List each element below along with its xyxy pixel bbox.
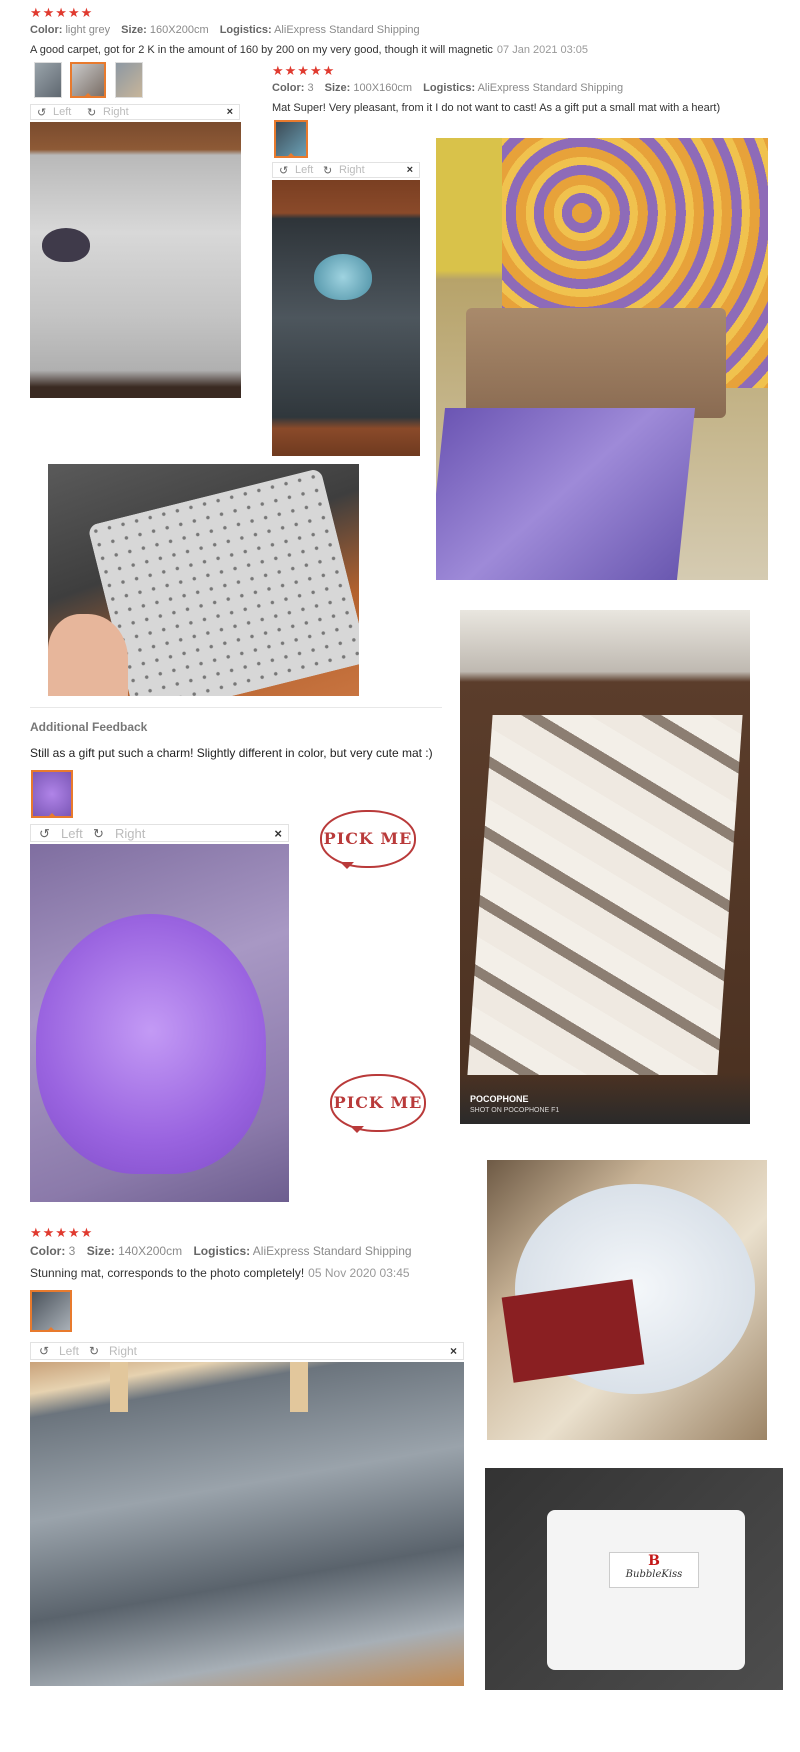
purple-heart-photo	[30, 844, 289, 1202]
review-1-meta: Color: light grey Size: 160X200cm Logist…	[30, 24, 428, 36]
review-3-text-row: Stunning mat, corresponds to the photo c…	[30, 1266, 410, 1280]
purple-heart-mat	[36, 914, 266, 1174]
rotate-left-button[interactable]: Left	[295, 164, 313, 176]
dotted-rubber-backing	[87, 467, 359, 696]
close-icon[interactable]: ×	[450, 1344, 457, 1358]
color-value: 3	[307, 82, 314, 94]
rotate-right-icon[interactable]: ↻	[87, 106, 96, 119]
size-label: Size:	[86, 1244, 115, 1258]
review-2-photo-dark-rug	[272, 180, 420, 456]
size-label: Size:	[121, 24, 147, 36]
heart-mat-shape	[42, 228, 90, 262]
bed	[466, 308, 726, 418]
size-value: 140X200cm	[118, 1244, 183, 1258]
logistics-value: AliExpress Standard Shipping	[252, 1244, 412, 1258]
tie-dye-rug-photo: POCOPHONE SHOT ON POCOPHONE F1	[460, 610, 750, 1124]
divider	[30, 707, 442, 708]
review-1-thumb-1[interactable]	[34, 62, 62, 98]
color-label: Color:	[272, 82, 305, 94]
camera-watermark-brand: POCOPHONE	[470, 1094, 529, 1104]
rotate-left-icon[interactable]: ↺	[39, 826, 50, 842]
camera-watermark-sub: SHOT ON POCOPHONE F1	[470, 1107, 560, 1114]
color-value: light grey	[65, 24, 111, 36]
review-1-date: 07 Jan 2021 03:05	[496, 44, 589, 56]
packaged-rug-photo	[487, 1160, 767, 1440]
blue-heart-mat-shape	[314, 254, 372, 300]
review-2-viewer-bar: ↺ Left ↻ Right ×	[272, 162, 420, 178]
logistics-label: Logistics:	[423, 82, 476, 94]
review-3-meta: Color: 3 Size: 140X200cm Logistics: AliE…	[30, 1244, 420, 1258]
brand-name: BubbleKiss	[625, 1569, 683, 1580]
brand-label: B BubbleKiss	[609, 1552, 699, 1588]
white-package	[547, 1510, 745, 1670]
close-icon[interactable]: ×	[227, 106, 233, 118]
review-3-thumb-1[interactable]	[30, 1290, 72, 1332]
pick-me-sticker-1: PICK ME	[320, 810, 416, 869]
color-label: Color:	[30, 1244, 66, 1258]
review-1-text: A good carpet, got for 2 K in the amount…	[30, 44, 493, 56]
table-leg	[110, 1362, 128, 1412]
additional-feedback-heading: Additional Feedback	[30, 720, 148, 734]
size-value: 100X160cm	[353, 82, 413, 94]
rotate-right-icon[interactable]: ↻	[93, 826, 104, 842]
white-package-photo: B BubbleKiss	[485, 1468, 783, 1690]
brand-logo-icon: B	[648, 1553, 660, 1569]
logistics-value: AliExpress Standard Shipping	[477, 82, 624, 94]
review-1-text-row: A good carpet, got for 2 K in the amount…	[30, 44, 588, 56]
rotate-left-icon[interactable]: ↺	[39, 1344, 49, 1358]
size-label: Size:	[324, 82, 351, 94]
rotate-left-icon[interactable]: ↺	[37, 106, 46, 119]
additional-viewer-bar: ↺ Left ↻ Right ×	[30, 824, 289, 842]
review-2-thumb-1[interactable]	[274, 120, 308, 158]
review-2-meta: Color: 3 Size: 100X160cm Logistics: AliE…	[272, 82, 631, 94]
review-3-stars: ★★★★★	[30, 1225, 94, 1240]
review-3-text: Stunning mat, corresponds to the photo c…	[30, 1266, 305, 1280]
logistics-value: AliExpress Standard Shipping	[274, 24, 420, 36]
additional-thumb-1[interactable]	[31, 770, 73, 818]
logistics-label: Logistics:	[193, 1244, 251, 1258]
rotate-right-button[interactable]: Right	[115, 826, 145, 841]
review-3-date: 05 Nov 2020 03:45	[308, 1266, 410, 1280]
rotate-right-button[interactable]: Right	[109, 1344, 137, 1358]
additional-feedback-text: Still as a gift put such a charm! Slight…	[30, 746, 433, 760]
pick-me-sticker-2: PICK ME	[330, 1074, 426, 1133]
rotate-right-icon[interactable]: ↻	[89, 1344, 99, 1358]
rug-underside-photo	[48, 464, 359, 696]
logistics-label: Logistics:	[219, 24, 272, 36]
color-label: Color:	[30, 24, 63, 36]
review-1-photo-grey-rug	[30, 122, 241, 398]
review-1-viewer-bar: ↺ Left ↻ Right ×	[30, 104, 240, 120]
purple-rug	[436, 408, 696, 580]
rotate-left-button[interactable]: Left	[53, 106, 71, 118]
product-tag	[501, 1279, 645, 1383]
rotate-left-button[interactable]: Left	[59, 1344, 79, 1358]
review-1-thumb-2[interactable]	[70, 62, 106, 98]
grey-shag-rug-photo	[30, 1362, 464, 1686]
close-icon[interactable]: ×	[274, 826, 282, 841]
review-1-thumb-3[interactable]	[115, 62, 143, 98]
tie-dye-rug	[467, 715, 743, 1075]
review-2-stars: ★★★★★	[272, 63, 336, 78]
review-2-text: Mat Super! Very pleasant, from it I do n…	[272, 102, 721, 114]
rotate-right-button[interactable]: Right	[103, 106, 129, 118]
rotate-left-icon[interactable]: ↺	[279, 164, 288, 177]
rotate-right-icon[interactable]: ↻	[323, 164, 332, 177]
table-leg	[290, 1362, 308, 1412]
size-value: 160X200cm	[149, 24, 209, 36]
review-3-viewer-bar: ↺ Left ↻ Right ×	[30, 1342, 464, 1360]
rotate-right-button[interactable]: Right	[339, 164, 365, 176]
bedroom-purple-rug-photo	[436, 138, 768, 580]
close-icon[interactable]: ×	[407, 164, 413, 176]
color-value: 3	[68, 1244, 76, 1258]
rotate-left-button[interactable]: Left	[61, 826, 83, 841]
review-1-stars: ★★★★★	[30, 5, 94, 20]
hand	[48, 614, 128, 696]
